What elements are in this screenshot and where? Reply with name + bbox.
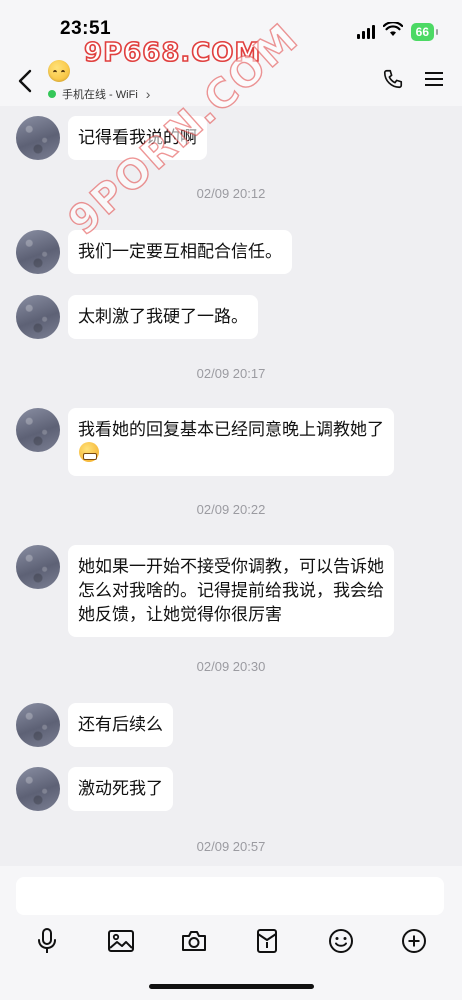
phone-icon [383,69,403,89]
plus-icon [402,929,426,953]
message-row: 我看她的回复基本已经同意晚上调教她了 [16,408,394,476]
input-area [0,866,462,1000]
cellular-signal-icon [356,25,375,39]
presence-label: 手机在线 - WiFi [62,89,138,101]
grinning-emoji-icon [79,442,99,462]
message-bubble[interactable]: 还有后续么 [68,703,173,747]
wifi-icon [382,21,403,42]
image-button[interactable] [104,924,138,958]
message-bubble[interactable]: 我看她的回复基本已经同意晚上调教她了 [68,408,394,476]
more-button[interactable] [397,924,431,958]
message-bubble[interactable]: 记得看我说的啊 [68,116,207,160]
message-timestamp: 02/09 20:57 [196,839,266,854]
avatar[interactable] [16,230,60,274]
emoji-button[interactable] [324,924,358,958]
status-icons: 66 [356,21,439,42]
back-button[interactable] [10,64,40,98]
message-timestamp: 02/09 20:30 [196,659,266,674]
message-row: 我们一定要互相配合信任。 [16,230,292,274]
message-timestamp: 02/09 20:12 [196,186,266,201]
camera-icon [182,931,206,951]
hamburger-menu-icon [425,72,443,86]
message-row: 激动死我了 [16,767,173,811]
red-packet-button[interactable] [250,924,284,958]
message-bubble[interactable]: 太刺激了我硬了一路。 [68,295,258,339]
contact-emoji-icon [48,60,70,82]
avatar[interactable] [16,703,60,747]
presence-status[interactable]: 手机在线 - WiFi › [48,86,150,102]
online-dot-icon [48,90,56,98]
red-packet-icon [257,929,277,953]
call-button[interactable] [382,68,404,90]
message-row: 还有后续么 [16,703,173,747]
status-time: 23:51 [60,18,112,39]
microphone-icon [38,928,56,953]
avatar[interactable] [16,408,60,452]
message-bubble[interactable]: 我们一定要互相配合信任。 [68,230,292,274]
home-indicator[interactable] [149,984,314,989]
message-list[interactable]: 记得看我说的啊 02/09 20:12 我们一定要互相配合信任。 太刺激了我硬了… [0,106,462,866]
message-input[interactable] [16,877,444,915]
message-bubble[interactable]: 她如果一开始不接受你调教，可以告诉她怎么对我啥的。记得提前给我说，我会给她反馈，… [68,545,394,637]
image-icon [108,930,134,952]
avatar[interactable] [16,116,60,160]
message-text: 我看她的回复基本已经同意晚上调教她了 [78,420,384,439]
camera-button[interactable] [177,924,211,958]
header-actions [382,68,444,90]
input-toolbar [0,924,462,958]
message-row: 太刺激了我硬了一路。 [16,295,258,339]
message-row: 她如果一开始不接受你调教，可以告诉她怎么对我啥的。记得提前给我说，我会给她反馈，… [16,545,394,637]
message-bubble[interactable]: 激动死我了 [68,767,173,811]
avatar[interactable] [16,545,60,589]
avatar[interactable] [16,767,60,811]
avatar[interactable] [16,295,60,339]
battery-level: 66 [410,23,439,41]
message-timestamp: 02/09 20:17 [196,366,266,381]
emoji-icon [329,929,353,953]
menu-button[interactable] [424,70,444,88]
presence-chevron-icon: › [145,86,151,102]
message-row: 记得看我说的啊 [16,116,207,160]
voice-button[interactable] [30,924,64,958]
chevron-left-icon [18,69,32,93]
message-timestamp: 02/09 20:22 [196,502,266,517]
watermark-text-top: 9P668.COM [83,37,262,69]
